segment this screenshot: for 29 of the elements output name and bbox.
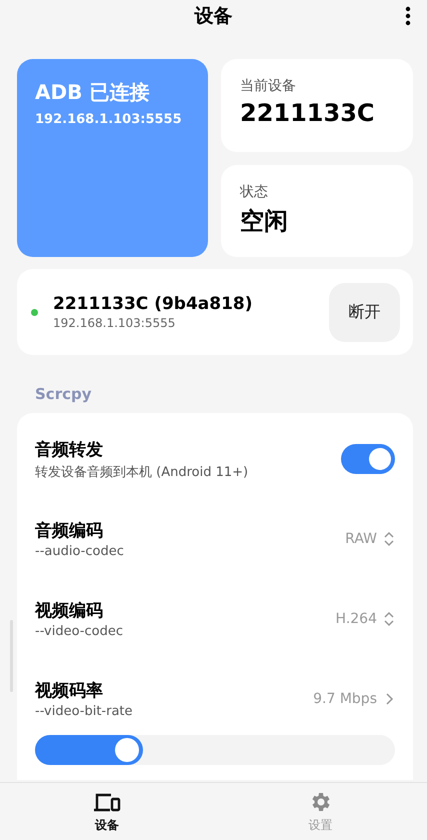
value-link[interactable]: 9.7 Mbps — [313, 690, 395, 708]
status-title: ADB 已连接 — [35, 79, 150, 106]
setting-subtitle: --video-bit-rate — [35, 704, 134, 719]
status-address: 192.168.1.103:5555 — [35, 112, 183, 127]
more-icon[interactable] — [405, 6, 411, 26]
info-value: 2211133C — [240, 99, 376, 127]
setting-subtitle: --audio-codec — [35, 544, 125, 559]
device-address: 192.168.1.103:5555 — [53, 316, 176, 330]
setting-title: 音频转发 — [35, 438, 104, 460]
info-label: 当前设备 — [240, 77, 297, 95]
slider-track[interactable] — [35, 735, 395, 765]
device-name: 2211133C (9b4a818) — [53, 294, 254, 314]
nav-tab[interactable]: 设备 — [0, 783, 214, 840]
select-value[interactable]: H.264 — [336, 610, 395, 628]
section-title: Scrcpy — [34, 384, 92, 405]
disconnect-button[interactable]: 断开 — [329, 282, 400, 342]
page-title: 设备 — [194, 4, 232, 29]
info-value: 空闲 — [240, 206, 289, 236]
toggle-switch[interactable] — [341, 444, 395, 474]
setting-title: 音频编码 — [35, 520, 104, 542]
setting-title: 视频编码 — [35, 600, 104, 622]
up-down-chevron-icon — [383, 530, 395, 548]
setting-title: 视频码率 — [35, 680, 104, 702]
select-value[interactable]: RAW — [345, 530, 395, 548]
info-label: 状态 — [240, 182, 269, 200]
setting-subtitle: --video-codec — [35, 624, 124, 639]
nav-tab[interactable]: 设置 — [214, 783, 427, 840]
setting-subtitle: 转发设备音频到本机 (Android 11+) — [35, 464, 250, 480]
up-down-chevron-icon — [383, 610, 395, 628]
